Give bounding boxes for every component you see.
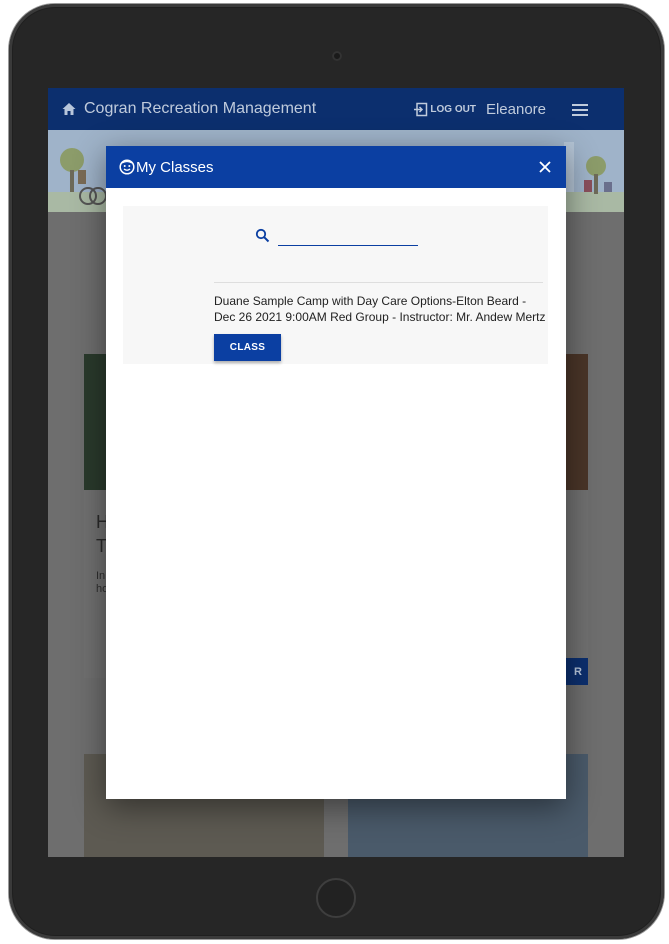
hardware-home-button[interactable]	[316, 878, 356, 918]
search-row	[255, 227, 425, 247]
dialog-title: My Classes	[136, 158, 214, 176]
user-name[interactable]: Eleanore	[486, 101, 546, 118]
search-icon	[255, 228, 270, 243]
close-icon[interactable]	[538, 160, 552, 174]
screen: Cogran Recreation Management LOG OUT Ele…	[48, 88, 624, 857]
app-bar-actions: LOG OUT Eleanore	[413, 101, 624, 118]
divider	[214, 282, 543, 283]
dialog-header: My Classes	[106, 146, 566, 188]
logout-button[interactable]: LOG OUT	[413, 102, 476, 117]
home-icon[interactable]	[61, 101, 77, 117]
class-button[interactable]: CLASS	[214, 334, 281, 361]
search-input[interactable]	[278, 227, 418, 246]
app-title[interactable]: Cogran Recreation Management	[84, 100, 316, 118]
card-button-label: R	[574, 665, 582, 678]
class-description: Duane Sample Camp with Day Care Options-…	[214, 294, 546, 324]
menu-icon[interactable]	[572, 103, 588, 116]
classes-panel: Duane Sample Camp with Day Care Options-…	[123, 206, 548, 364]
camera-icon	[332, 51, 342, 61]
my-classes-dialog: My Classes Duane Sample Camp with Day Ca…	[106, 146, 566, 799]
face-icon	[119, 159, 135, 175]
logout-icon	[414, 102, 428, 116]
logout-label: LOG OUT	[430, 103, 476, 115]
app-bar: Cogran Recreation Management LOG OUT Ele…	[48, 88, 624, 130]
